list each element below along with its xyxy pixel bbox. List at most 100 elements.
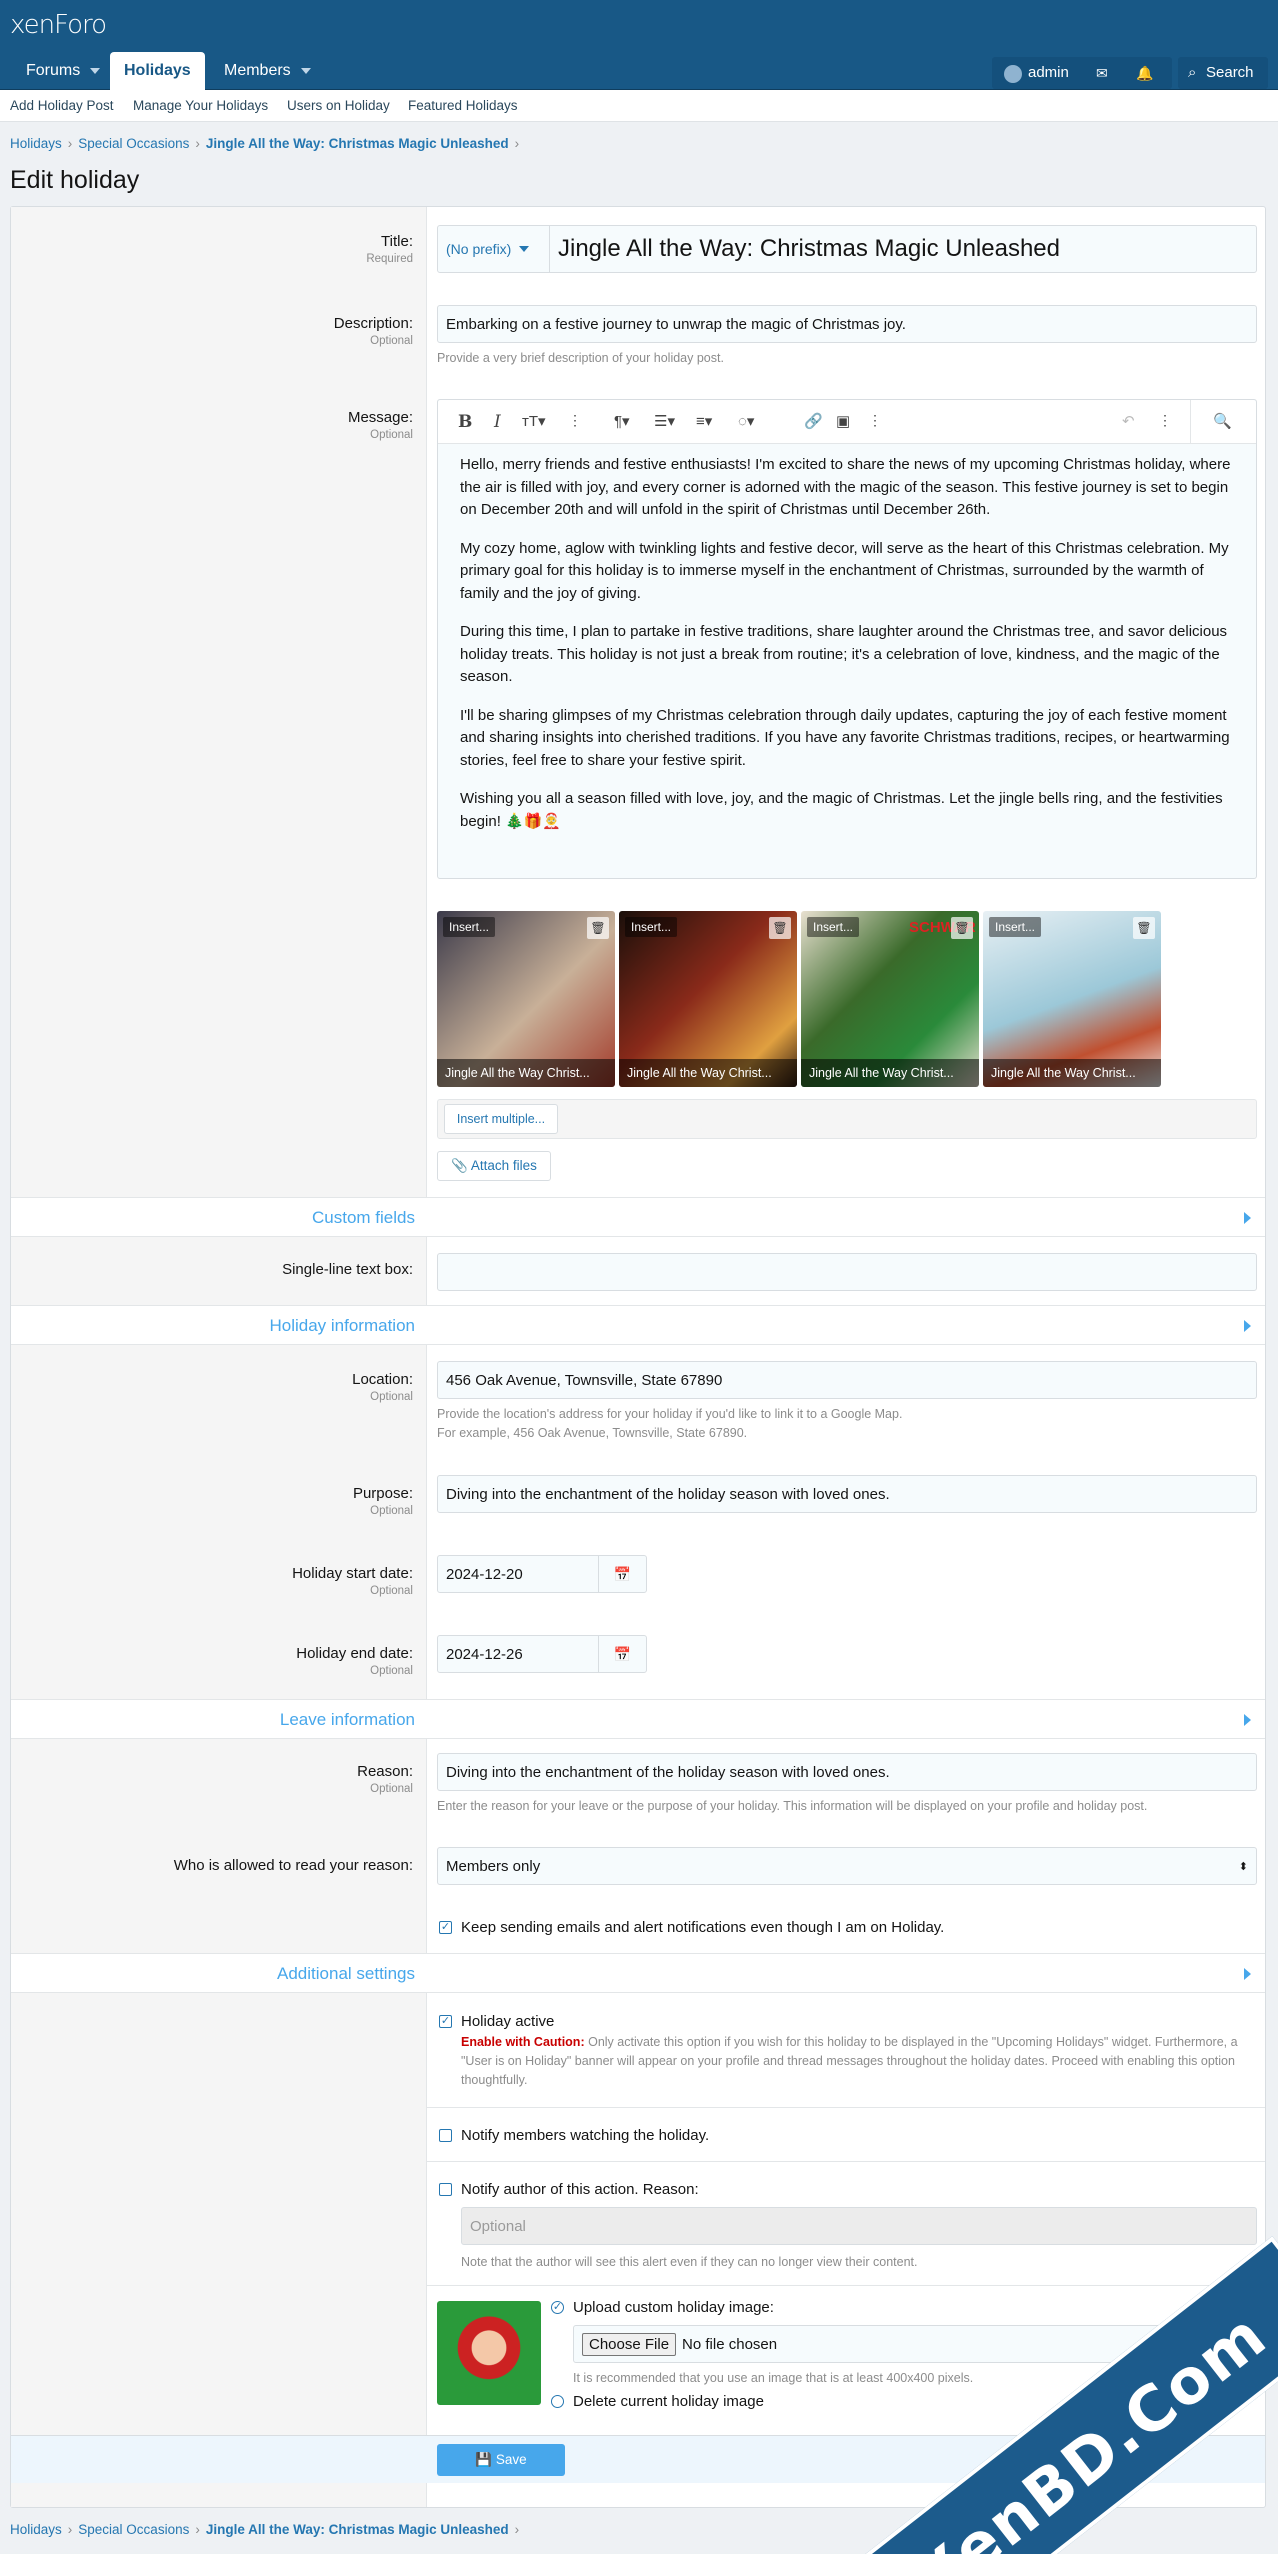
insert-button[interactable]: Insert... [989, 917, 1042, 937]
trash-icon[interactable]: 🗑 [951, 917, 973, 939]
more-icon[interactable]: ⋮ [1158, 412, 1172, 429]
divider [427, 2107, 1265, 2108]
notify-watchers-label[interactable]: Notify members watching the holiday. [461, 2127, 709, 2144]
section-title: Additional settings [277, 1964, 415, 1983]
link-icon[interactable]: 🔗 [804, 412, 823, 430]
preview-toggle[interactable]: 🔍 [1190, 400, 1258, 444]
section-custom-fields[interactable]: Custom fields [11, 1197, 1265, 1237]
tab-forums[interactable]: Forums [12, 52, 114, 90]
subnav-add-holiday[interactable]: Add Holiday Post [10, 98, 114, 113]
main-nav: Forums Holidays Members admin ✉ 🔔 ⌕ Sear… [0, 52, 1278, 90]
holiday-active-label[interactable]: Holiday active [461, 2013, 554, 2030]
notify-author-checkbox[interactable] [439, 2183, 452, 2196]
attachment-bar: Insert multiple... [437, 1099, 1257, 1139]
section-title: Leave information [279, 1710, 415, 1729]
list-icon[interactable]: ☰▾ [654, 412, 675, 430]
avatar[interactable] [1004, 65, 1022, 83]
section-holiday-info[interactable]: Holiday information [11, 1305, 1265, 1345]
insert-multiple-button[interactable]: Insert multiple... [444, 1104, 558, 1134]
title-input[interactable]: Jingle All the Way: Christmas Magic Unle… [550, 235, 1060, 263]
reason-input[interactable]: Diving into the enchantment of the holid… [437, 1753, 1257, 1791]
search-button[interactable]: ⌕ Search [1178, 57, 1268, 89]
author-reason-input[interactable]: Optional [461, 2207, 1257, 2245]
attachment-thumbnail[interactable]: SCHWAR Insert... 🗑 Jingle All the Way Ch… [801, 911, 979, 1087]
upload-hint: It is recommended that you use an image … [573, 2371, 974, 2385]
text-size-icon[interactable]: тT▾ [522, 412, 546, 430]
tab-members[interactable]: Members [210, 52, 325, 90]
keep-sending-checkbox[interactable]: ✓ [439, 1921, 452, 1934]
holiday-active-checkbox[interactable]: ✓ [439, 2015, 452, 2028]
hide-icon[interactable]: ◌▾ [738, 412, 754, 430]
subnav-featured-holidays[interactable]: Featured Holidays [408, 98, 518, 113]
delete-radio[interactable] [551, 2395, 564, 2408]
envelope-icon[interactable]: ✉ [1096, 57, 1108, 89]
more-icon[interactable]: ⋮ [568, 412, 582, 429]
upload-label[interactable]: Upload custom holiday image: [573, 2299, 774, 2316]
breadcrumb-item[interactable]: Holidays [10, 136, 62, 151]
trash-icon[interactable]: 🗑 [587, 917, 609, 939]
who-select[interactable]: Members only ⬍ [437, 1847, 1257, 1885]
label-column [11, 207, 427, 2507]
attachment-caption: Jingle All the Way Christ... [619, 1059, 797, 1087]
attachment-thumbnail[interactable]: Insert... 🗑 Jingle All the Way Christ... [983, 911, 1161, 1087]
notify-author-label[interactable]: Notify author of this action. Reason: [461, 2181, 699, 2198]
trash-icon[interactable]: 🗑 [769, 917, 791, 939]
chevron-right-icon [1244, 1968, 1251, 1980]
breadcrumb-current[interactable]: Jingle All the Way: Christmas Magic Unle… [206, 136, 509, 151]
attachment-thumbnail[interactable]: Insert... 🗑 Jingle All the Way Christ... [619, 911, 797, 1087]
tab-holidays[interactable]: Holidays [110, 52, 205, 90]
upload-radio[interactable]: ✓ [551, 2301, 564, 2314]
breadcrumb-item[interactable]: Special Occasions [78, 2522, 189, 2537]
chevron-down-icon[interactable] [90, 67, 101, 74]
location-input[interactable]: 456 Oak Avenue, Townsville, State 67890 [437, 1361, 1257, 1399]
site-logo[interactable]: xenForo [10, 10, 107, 40]
calendar-icon[interactable]: 📅 [598, 1636, 646, 1672]
save-button[interactable]: 💾 Save [437, 2444, 565, 2476]
divider [427, 2285, 1265, 2286]
single-line-input[interactable] [437, 1253, 1257, 1291]
description-explain: Provide a very brief description of your… [437, 351, 724, 365]
bell-icon[interactable]: 🔔 [1136, 57, 1153, 89]
choose-file-button[interactable]: Choose File [582, 2332, 677, 2356]
page-title: Edit holiday [10, 166, 140, 194]
insert-button[interactable]: Insert... [807, 917, 860, 937]
attachment-thumbnail[interactable]: Insert... 🗑 Jingle All the Way Christ... [437, 911, 615, 1087]
chevron-down-icon[interactable] [300, 67, 311, 74]
message-paragraph: During this time, I plan to partake in f… [460, 623, 1228, 685]
subnav-manage-holidays[interactable]: Manage Your Holidays [133, 98, 268, 113]
notify-watchers-checkbox[interactable] [439, 2129, 452, 2142]
description-input[interactable]: Embarking on a festive journey to unwrap… [437, 305, 1257, 343]
undo-icon[interactable]: ↶ [1122, 412, 1135, 430]
purpose-input[interactable]: Diving into the enchantment of the holid… [437, 1475, 1257, 1513]
breadcrumb-current[interactable]: Jingle All the Way: Christmas Magic Unle… [206, 2522, 509, 2537]
section-additional[interactable]: Additional settings [11, 1953, 1265, 1993]
section-leave-info[interactable]: Leave information [11, 1699, 1265, 1739]
more-icon[interactable]: ⋮ [868, 412, 882, 429]
end-date-label: Holiday end date: Optional [296, 1645, 413, 1677]
save-icon: 💾 [475, 2452, 493, 2467]
message-body[interactable]: Hello, merry friends and festive enthusi… [438, 444, 1256, 859]
reason-explain: Enter the reason for your leave or the p… [437, 1799, 1148, 1813]
start-date-input[interactable]: 2024-12-20 📅 [437, 1555, 647, 1593]
insert-button[interactable]: Insert... [443, 917, 496, 937]
delete-label[interactable]: Delete current holiday image [573, 2393, 764, 2410]
align-icon[interactable]: ≡▾ [696, 412, 712, 430]
chevron-right-icon: › [514, 136, 520, 151]
insert-button[interactable]: Insert... [625, 917, 678, 937]
no-file-label: No file chosen [682, 2335, 778, 2353]
bold-icon[interactable]: B [458, 412, 472, 432]
prefix-select[interactable]: (No prefix) [438, 226, 550, 272]
chevron-right-icon [1244, 1714, 1251, 1726]
image-icon[interactable]: ▣ [836, 412, 850, 430]
paragraph-icon[interactable]: ¶▾ [614, 412, 630, 430]
italic-icon[interactable]: I [494, 412, 501, 432]
breadcrumb-item[interactable]: Holidays [10, 2522, 62, 2537]
calendar-icon[interactable]: 📅 [598, 1556, 646, 1592]
trash-icon[interactable]: 🗑 [1133, 917, 1155, 939]
attach-files-button[interactable]: 📎 Attach files [437, 1151, 551, 1181]
breadcrumb-item[interactable]: Special Occasions [78, 136, 189, 151]
subnav-users-on-holiday[interactable]: Users on Holiday [287, 98, 390, 113]
keep-sending-label[interactable]: Keep sending emails and alert notificati… [461, 1919, 944, 1936]
end-date-input[interactable]: 2024-12-26 📅 [437, 1635, 647, 1673]
account-link[interactable]: admin [1028, 57, 1069, 89]
